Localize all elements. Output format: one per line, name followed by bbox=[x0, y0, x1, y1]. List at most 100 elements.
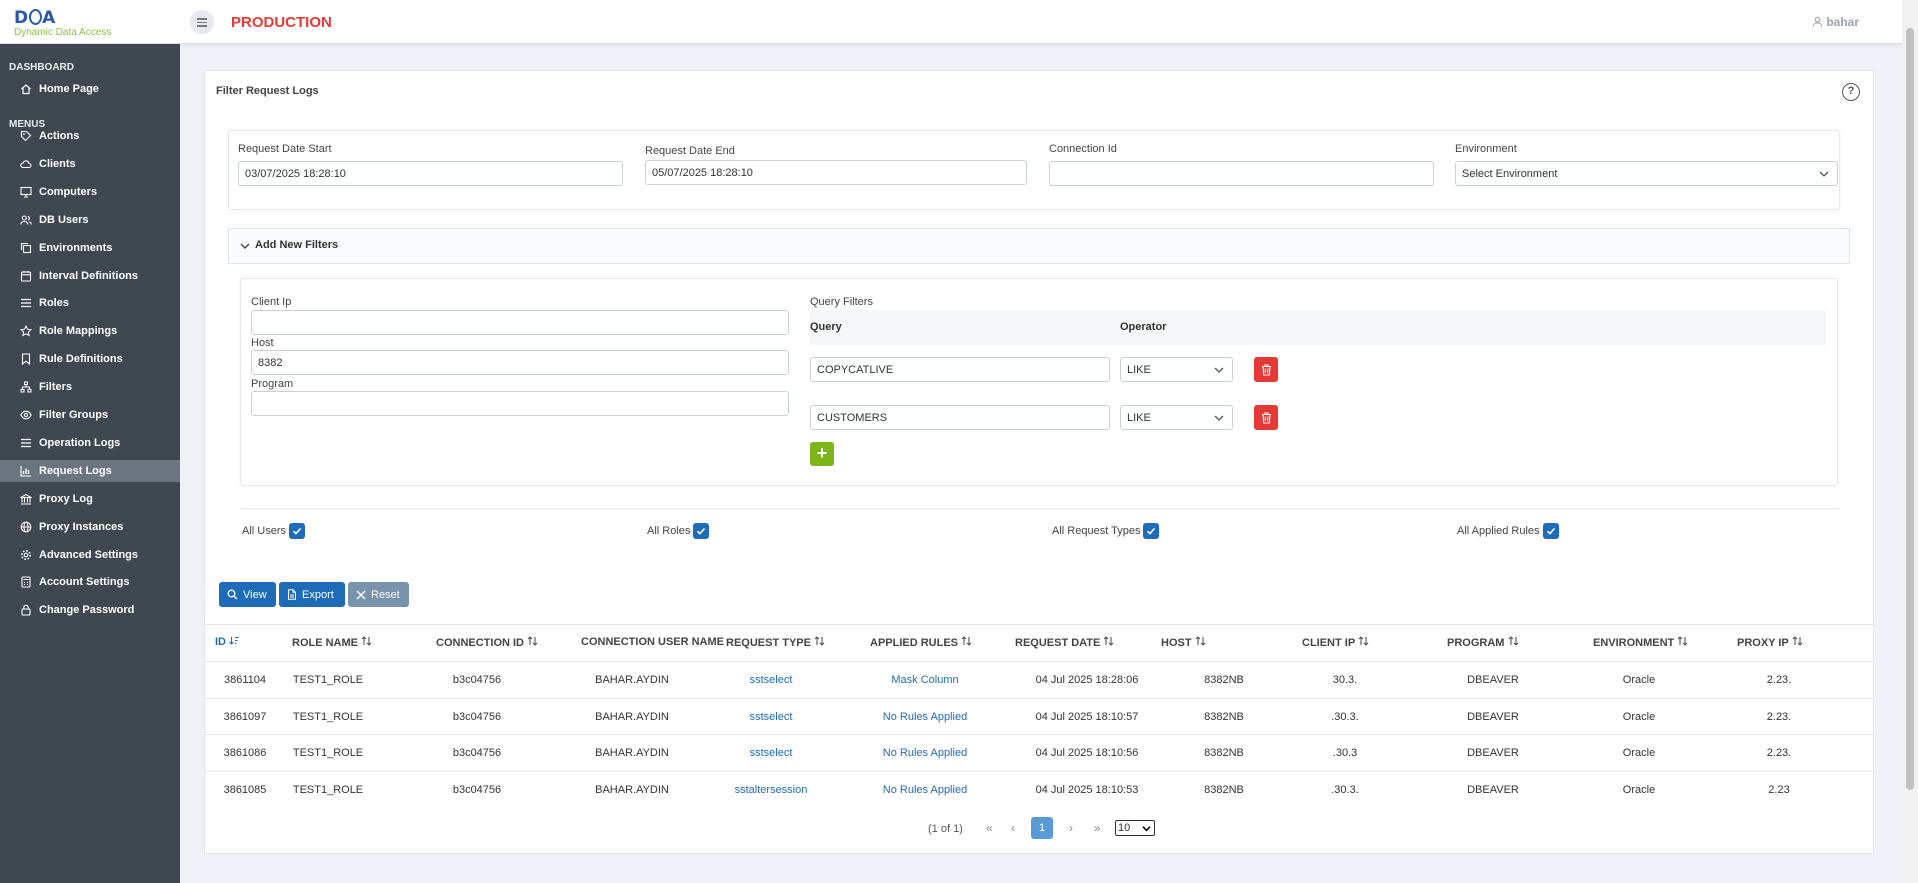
sidebar-item-home-page[interactable]: Home Page bbox=[0, 78, 180, 100]
table-cell-proxy-ip: 2.23. bbox=[1766, 747, 1792, 759]
reset-button[interactable]: Reset bbox=[348, 582, 409, 607]
table-cell-environment: Oracle bbox=[1622, 783, 1656, 796]
connection-id-input[interactable] bbox=[1049, 161, 1434, 186]
sidebar-item-db-users[interactable]: DB Users bbox=[0, 209, 180, 231]
sidebar-item-proxy-instances[interactable]: Proxy Instances bbox=[0, 516, 180, 538]
operator-select-2[interactable]: LIKE bbox=[1120, 405, 1233, 430]
all-users-checkbox[interactable]: All Users bbox=[242, 523, 306, 539]
user-menu[interactable]: bahar bbox=[1812, 15, 1859, 29]
sidebar-item-label: Roles bbox=[39, 297, 69, 310]
first-page-icon[interactable]: « bbox=[986, 821, 993, 835]
page-size-select[interactable]: 10 bbox=[1115, 820, 1155, 836]
column-header-request-type[interactable]: REQUEST TYPE bbox=[726, 636, 825, 649]
table-cell-connection-id: b3c04756 bbox=[452, 710, 502, 723]
sidebar-dashboard-heading: DASHBOARD bbox=[9, 62, 74, 73]
table-cell-request-type[interactable]: sstaltersession bbox=[711, 784, 831, 796]
next-page-icon[interactable]: › bbox=[1069, 821, 1073, 835]
program-input[interactable] bbox=[251, 391, 789, 416]
environment-select[interactable]: Select Environment bbox=[1455, 161, 1838, 186]
check-icon[interactable] bbox=[1542, 523, 1559, 539]
delete-query-button-2[interactable] bbox=[1254, 405, 1278, 430]
table-cell-request-type[interactable]: sstselect bbox=[711, 711, 831, 723]
query-input-2[interactable]: CUSTOMERS bbox=[810, 405, 1110, 430]
table-cell-applied-rules[interactable]: No Rules Applied bbox=[865, 747, 985, 759]
table-row[interactable]: 3861085 TEST1_ROLE b3c04756 BAHAR.AYDIN ssta… bbox=[205, 770, 1873, 807]
query-input-1[interactable]: COPYCATLIVE bbox=[810, 357, 1110, 382]
cog-icon bbox=[20, 549, 32, 561]
sidebar-item-proxy-log[interactable]: Proxy Log bbox=[0, 488, 180, 510]
table-cell-environment: Oracle bbox=[1622, 710, 1656, 723]
table-cell-connection-user-name: BAHAR.AYDIN bbox=[595, 710, 669, 723]
sidebar-item-interval-definitions[interactable]: Interval Definitions bbox=[0, 265, 180, 287]
logo-subtitle: Dynamic Data Access bbox=[14, 27, 112, 38]
current-page-button[interactable]: 1 bbox=[1031, 817, 1053, 839]
menu-toggle-icon[interactable] bbox=[190, 10, 214, 34]
column-header-id[interactable]: ID bbox=[215, 636, 239, 648]
logo[interactable]: DA Dynamic Data Access bbox=[12, 8, 172, 38]
sidebar-item-label: Environments bbox=[39, 241, 113, 254]
table-cell-request-type[interactable]: sstselect bbox=[711, 747, 831, 759]
column-header-connection-id[interactable]: CONNECTION ID bbox=[436, 636, 538, 649]
sidebar-item-role-mappings[interactable]: Role Mappings bbox=[0, 320, 180, 342]
sidebar-item-environments[interactable]: Environments bbox=[0, 237, 180, 259]
all-request-types-label: All Request Types bbox=[1052, 525, 1141, 537]
sidebar-item-label: Computers bbox=[39, 185, 98, 198]
export-button[interactable]: Export bbox=[279, 582, 345, 607]
prev-page-icon[interactable]: ‹ bbox=[1011, 821, 1015, 835]
column-header-request-date[interactable]: REQUEST DATE bbox=[1015, 636, 1114, 649]
host-label: Host bbox=[251, 337, 274, 349]
table-cell-host: 8382NB bbox=[1204, 674, 1244, 686]
check-icon[interactable] bbox=[693, 523, 710, 539]
environment-select-value: Select Environment bbox=[1462, 167, 1558, 180]
sidebar-item-actions[interactable]: Actions bbox=[0, 125, 180, 147]
check-icon[interactable] bbox=[289, 523, 306, 539]
sidebar-item-account-settings[interactable]: Account Settings bbox=[0, 571, 180, 593]
host-input[interactable]: 8382 bbox=[251, 350, 789, 375]
add-filters-accordion-header[interactable]: Add New Filters bbox=[228, 228, 1850, 264]
client-ip-input[interactable] bbox=[251, 310, 789, 335]
sidebar-item-operation-logs[interactable]: Operation Logs bbox=[0, 432, 180, 454]
column-header-client-ip[interactable]: CLIENT IP bbox=[1302, 636, 1369, 649]
operator-select-1[interactable]: LIKE bbox=[1120, 357, 1233, 382]
column-header-applied-rules[interactable]: APPLIED RULES bbox=[870, 636, 972, 649]
client-ip-label: Client Ip bbox=[251, 296, 292, 308]
sidebar-item-request-logs[interactable]: Request Logs bbox=[0, 459, 180, 482]
all-request-types-checkbox[interactable]: All Request Types bbox=[1052, 523, 1160, 539]
sidebar-item-computers[interactable]: Computers bbox=[0, 181, 180, 203]
table-row[interactable]: 3861097 TEST1_ROLE b3c04756 BAHAR.AYDIN ssts… bbox=[205, 697, 1873, 734]
column-header-proxy-ip[interactable]: PROXY IP bbox=[1737, 636, 1803, 649]
sidebar-item-roles[interactable]: Roles bbox=[0, 292, 180, 314]
add-query-filter-button[interactable]: + bbox=[810, 442, 834, 466]
query-column-header: Query bbox=[810, 321, 842, 333]
table-row[interactable]: 3861104 TEST1_ROLE b3c04756 BAHAR.AYDIN ssts… bbox=[205, 661, 1873, 697]
table-cell-applied-rules[interactable]: Mask Column bbox=[865, 674, 985, 686]
column-header-program[interactable]: PROGRAM bbox=[1447, 636, 1519, 649]
last-page-icon[interactable]: » bbox=[1094, 821, 1101, 835]
sidebar-item-filter-groups[interactable]: Filter Groups bbox=[0, 404, 180, 426]
column-header-host[interactable]: HOST bbox=[1161, 636, 1206, 649]
help-icon[interactable]: ? bbox=[1842, 83, 1860, 101]
sidebar-item-label: Clients bbox=[39, 157, 76, 170]
check-icon[interactable] bbox=[1143, 523, 1160, 539]
table-row[interactable]: 3861086 TEST1_ROLE b3c04756 BAHAR.AYDIN ssts… bbox=[205, 734, 1873, 770]
sidebar-item-rule-definitions[interactable]: Rule Definitions bbox=[0, 348, 180, 370]
column-header-environment[interactable]: ENVIRONMENT bbox=[1593, 636, 1688, 649]
sidebar-item-clients[interactable]: Clients bbox=[0, 153, 180, 175]
date-end-input[interactable]: 05/07/2025 18:28:10 bbox=[645, 160, 1027, 185]
table-cell-request-type[interactable]: sstselect bbox=[711, 674, 831, 686]
sidebar-item-filters[interactable]: Filters bbox=[0, 376, 180, 398]
date-start-input[interactable]: 03/07/2025 18:28:10 bbox=[238, 161, 623, 186]
table-cell-applied-rules[interactable]: No Rules Applied bbox=[865, 784, 985, 796]
view-button[interactable]: View bbox=[219, 582, 276, 607]
delete-query-button-1[interactable] bbox=[1254, 357, 1278, 382]
page-scrollbar[interactable] bbox=[1902, 0, 1918, 883]
table-cell-applied-rules[interactable]: No Rules Applied bbox=[865, 711, 985, 723]
all-applied-rules-checkbox[interactable]: All Applied Rules bbox=[1457, 523, 1559, 539]
table-cell-connection-user-name: BAHAR.AYDIN bbox=[595, 783, 669, 796]
sidebar-item-advanced-settings[interactable]: Advanced Settings bbox=[0, 544, 180, 566]
all-roles-checkbox[interactable]: All Roles bbox=[647, 523, 710, 539]
sidebar-item-change-password[interactable]: Change Password bbox=[0, 599, 180, 621]
scroll-thumb[interactable] bbox=[1906, 28, 1914, 790]
column-header-connection-user-name[interactable]: CONNECTION USER NAME bbox=[581, 636, 724, 648]
column-header-role-name[interactable]: ROLE NAME bbox=[292, 636, 372, 649]
